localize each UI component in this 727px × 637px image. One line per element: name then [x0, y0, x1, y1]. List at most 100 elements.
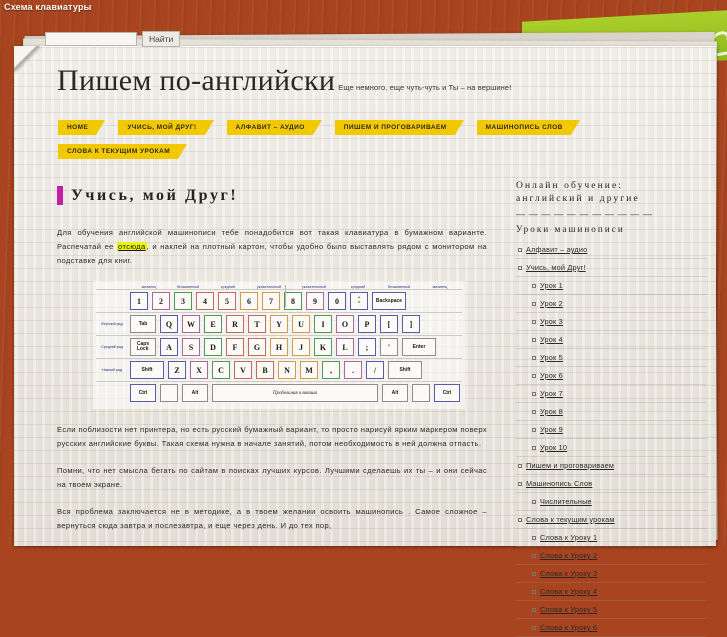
list-item: Урок 10 [516, 439, 706, 457]
article-header: Учись, мой Друг! [57, 176, 487, 215]
site-title: Пишем по-английски [57, 64, 336, 97]
key-i: I [314, 315, 332, 334]
sidebar-item-21[interactable]: Слова к Уроку 6 [516, 619, 706, 637]
nav-item-uchis[interactable]: УЧИСЬ, МОЙ ДРУГ! [118, 116, 214, 135]
sidebar-item-1[interactable]: Учись, мой Друг! [516, 259, 706, 277]
square-bullet-icon [532, 535, 536, 540]
sidebar-menu: Алфавит – аудио Учись, мой Друг! Урок 1 Уро… [516, 241, 706, 637]
finger-label-ring-right: безымянный [387, 285, 411, 290]
search-form: Найти [45, 31, 181, 47]
key-plus-equals: + = [350, 292, 368, 311]
paragraph-2: Если поблизости нет принтера, но есть ру… [57, 425, 487, 449]
key-menu-right [412, 384, 430, 403]
sidebar-item-11[interactable]: Урок 10 [516, 439, 706, 457]
sidebar-item-label: Урок 2 [540, 299, 563, 308]
list-item: Урок 6 [516, 367, 706, 385]
key-m: M [300, 361, 318, 380]
print-link[interactable]: отсюда [117, 242, 147, 252]
sidebar-item-16[interactable]: Слова к Уроку 1 [516, 529, 706, 547]
sidebar-item-6[interactable]: Урок 5 [516, 349, 706, 367]
list-item: Урок 1 [516, 277, 706, 295]
nav-item-write-speak[interactable]: ПИШЕМ И ПРОГОВАРИВАЕМ [334, 116, 464, 135]
sidebar-item-label: Урок 4 [540, 335, 563, 344]
sidebar-item-7[interactable]: Урок 6 [516, 367, 706, 385]
nav-link-home[interactable]: HOME [58, 120, 106, 135]
sidebar-item-14[interactable]: Числительные [516, 493, 706, 511]
key-h: H [270, 338, 288, 357]
key-tab: Tab [130, 315, 156, 334]
nav-item-home[interactable]: HOME [58, 116, 106, 135]
row-label-home: Средний ряд [101, 344, 123, 349]
key-p: P [358, 315, 376, 334]
list-item: Урок 3 [516, 313, 706, 331]
sidebar-item-9[interactable]: Урок 8 [516, 403, 706, 421]
key-w: W [182, 315, 200, 334]
list-item: Учись, мой Друг! [516, 259, 706, 277]
sidebar-item-3[interactable]: Урок 2 [516, 295, 706, 313]
sidebar-item-2[interactable]: Урок 1 [516, 277, 706, 295]
key-0: 0 [328, 292, 346, 311]
nav-link-write-speak[interactable]: ПИШЕМ И ПРОГОВАРИВАЕМ [334, 120, 464, 135]
sidebar-item-label: Урок 9 [540, 425, 563, 434]
square-bullet-icon [532, 445, 536, 450]
finger-label-index-left: указательный [256, 285, 282, 290]
page-fold-corner [14, 46, 36, 68]
sidebar-item-20[interactable]: Слова к Уроку 5 [516, 601, 706, 619]
nav-link-alphabet-audio[interactable]: АЛФАВИТ – АУДИО [226, 120, 323, 135]
list-item: Слова к Уроку 6 [516, 619, 706, 637]
key-s: S [182, 338, 200, 357]
keyboard-center-divider [285, 285, 286, 308]
key-bracket-left: [ [380, 315, 398, 334]
sidebar-item-13[interactable]: Машинопись Слов [516, 475, 706, 493]
square-bullet-icon [532, 391, 536, 396]
window-title: Схема клавиатуры [4, 2, 92, 12]
nav-link-typing-words[interactable]: МАШИНОПИСЬ СЛОВ [476, 120, 581, 135]
key-period: . [344, 361, 362, 380]
list-item: Урок 4 [516, 331, 706, 349]
key-ctrl-right: Ctrl [434, 384, 460, 403]
sidebar-item-0[interactable]: Алфавит – аудио [516, 241, 706, 259]
sidebar-item-5[interactable]: Урок 4 [516, 331, 706, 349]
search-input[interactable] [45, 32, 137, 46]
key-u: U [292, 315, 310, 334]
sidebar-item-8[interactable]: Урок 7 [516, 385, 706, 403]
key-backspace: Backspace [372, 292, 406, 311]
key-6: 6 [240, 292, 258, 311]
key-d: D [204, 338, 222, 357]
nav-row-2: СЛОВА К ТЕКУЩИМ УРОКАМ [58, 140, 698, 164]
sidebar-item-10[interactable]: Урок 9 [516, 421, 706, 439]
sidebar-item-18[interactable]: Слова к Уроку 3 [516, 565, 706, 583]
key-caps-lock: Caps Lock [130, 338, 156, 357]
nav-link-uchis[interactable]: УЧИСЬ, МОЙ ДРУГ! [118, 120, 214, 135]
sidebar-item-label: Урок 6 [540, 371, 563, 380]
sidebar-item-label: Урок 1 [540, 281, 563, 290]
list-item: Слова к Уроку 5 [516, 601, 706, 619]
sidebar-item-19[interactable]: Слова к Уроку 4 [516, 583, 706, 601]
list-item: Машинопись Слов [516, 475, 706, 493]
article-accent-bar [57, 186, 63, 206]
sidebar-item-15[interactable]: Слова к текущим урокам [516, 511, 706, 529]
key-a: A [160, 338, 178, 357]
key-bracket-right: ] [402, 315, 420, 334]
keyboard-diagram: мизинец безымянный средний указательный … [93, 281, 465, 410]
sidebar-item-12[interactable]: Пишем и проговариваем [516, 457, 706, 475]
search-button[interactable]: Найти [142, 31, 181, 47]
nav-item-typing-words[interactable]: МАШИНОПИСЬ СЛОВ [476, 116, 581, 135]
key-9: 9 [306, 292, 324, 311]
list-item: Слова к Уроку 4 [516, 583, 706, 601]
sidebar-item-label: Урок 7 [540, 389, 563, 398]
nav-link-lesson-words[interactable]: СЛОВА К ТЕКУЩИМ УРОКАМ [58, 144, 188, 159]
list-item: Урок 5 [516, 349, 706, 367]
key-semicolon: ; [358, 338, 376, 357]
sidebar-title-line-1: Онлайн обучение: [516, 181, 624, 191]
nav-item-alphabet-audio[interactable]: АЛФАВИТ – АУДИО [226, 116, 323, 135]
nav-item-lesson-words[interactable]: СЛОВА К ТЕКУЩИМ УРОКАМ [58, 140, 188, 159]
list-item: Пишем и проговариваем [516, 457, 706, 475]
key-x: X [190, 361, 208, 380]
square-bullet-icon [532, 607, 536, 612]
key-v: V [234, 361, 252, 380]
key-l: L [336, 338, 354, 357]
sidebar-item-4[interactable]: Урок 3 [516, 313, 706, 331]
key-8: 8 [284, 292, 302, 311]
sidebar-item-17[interactable]: Слова к Уроку 2 [516, 547, 706, 565]
